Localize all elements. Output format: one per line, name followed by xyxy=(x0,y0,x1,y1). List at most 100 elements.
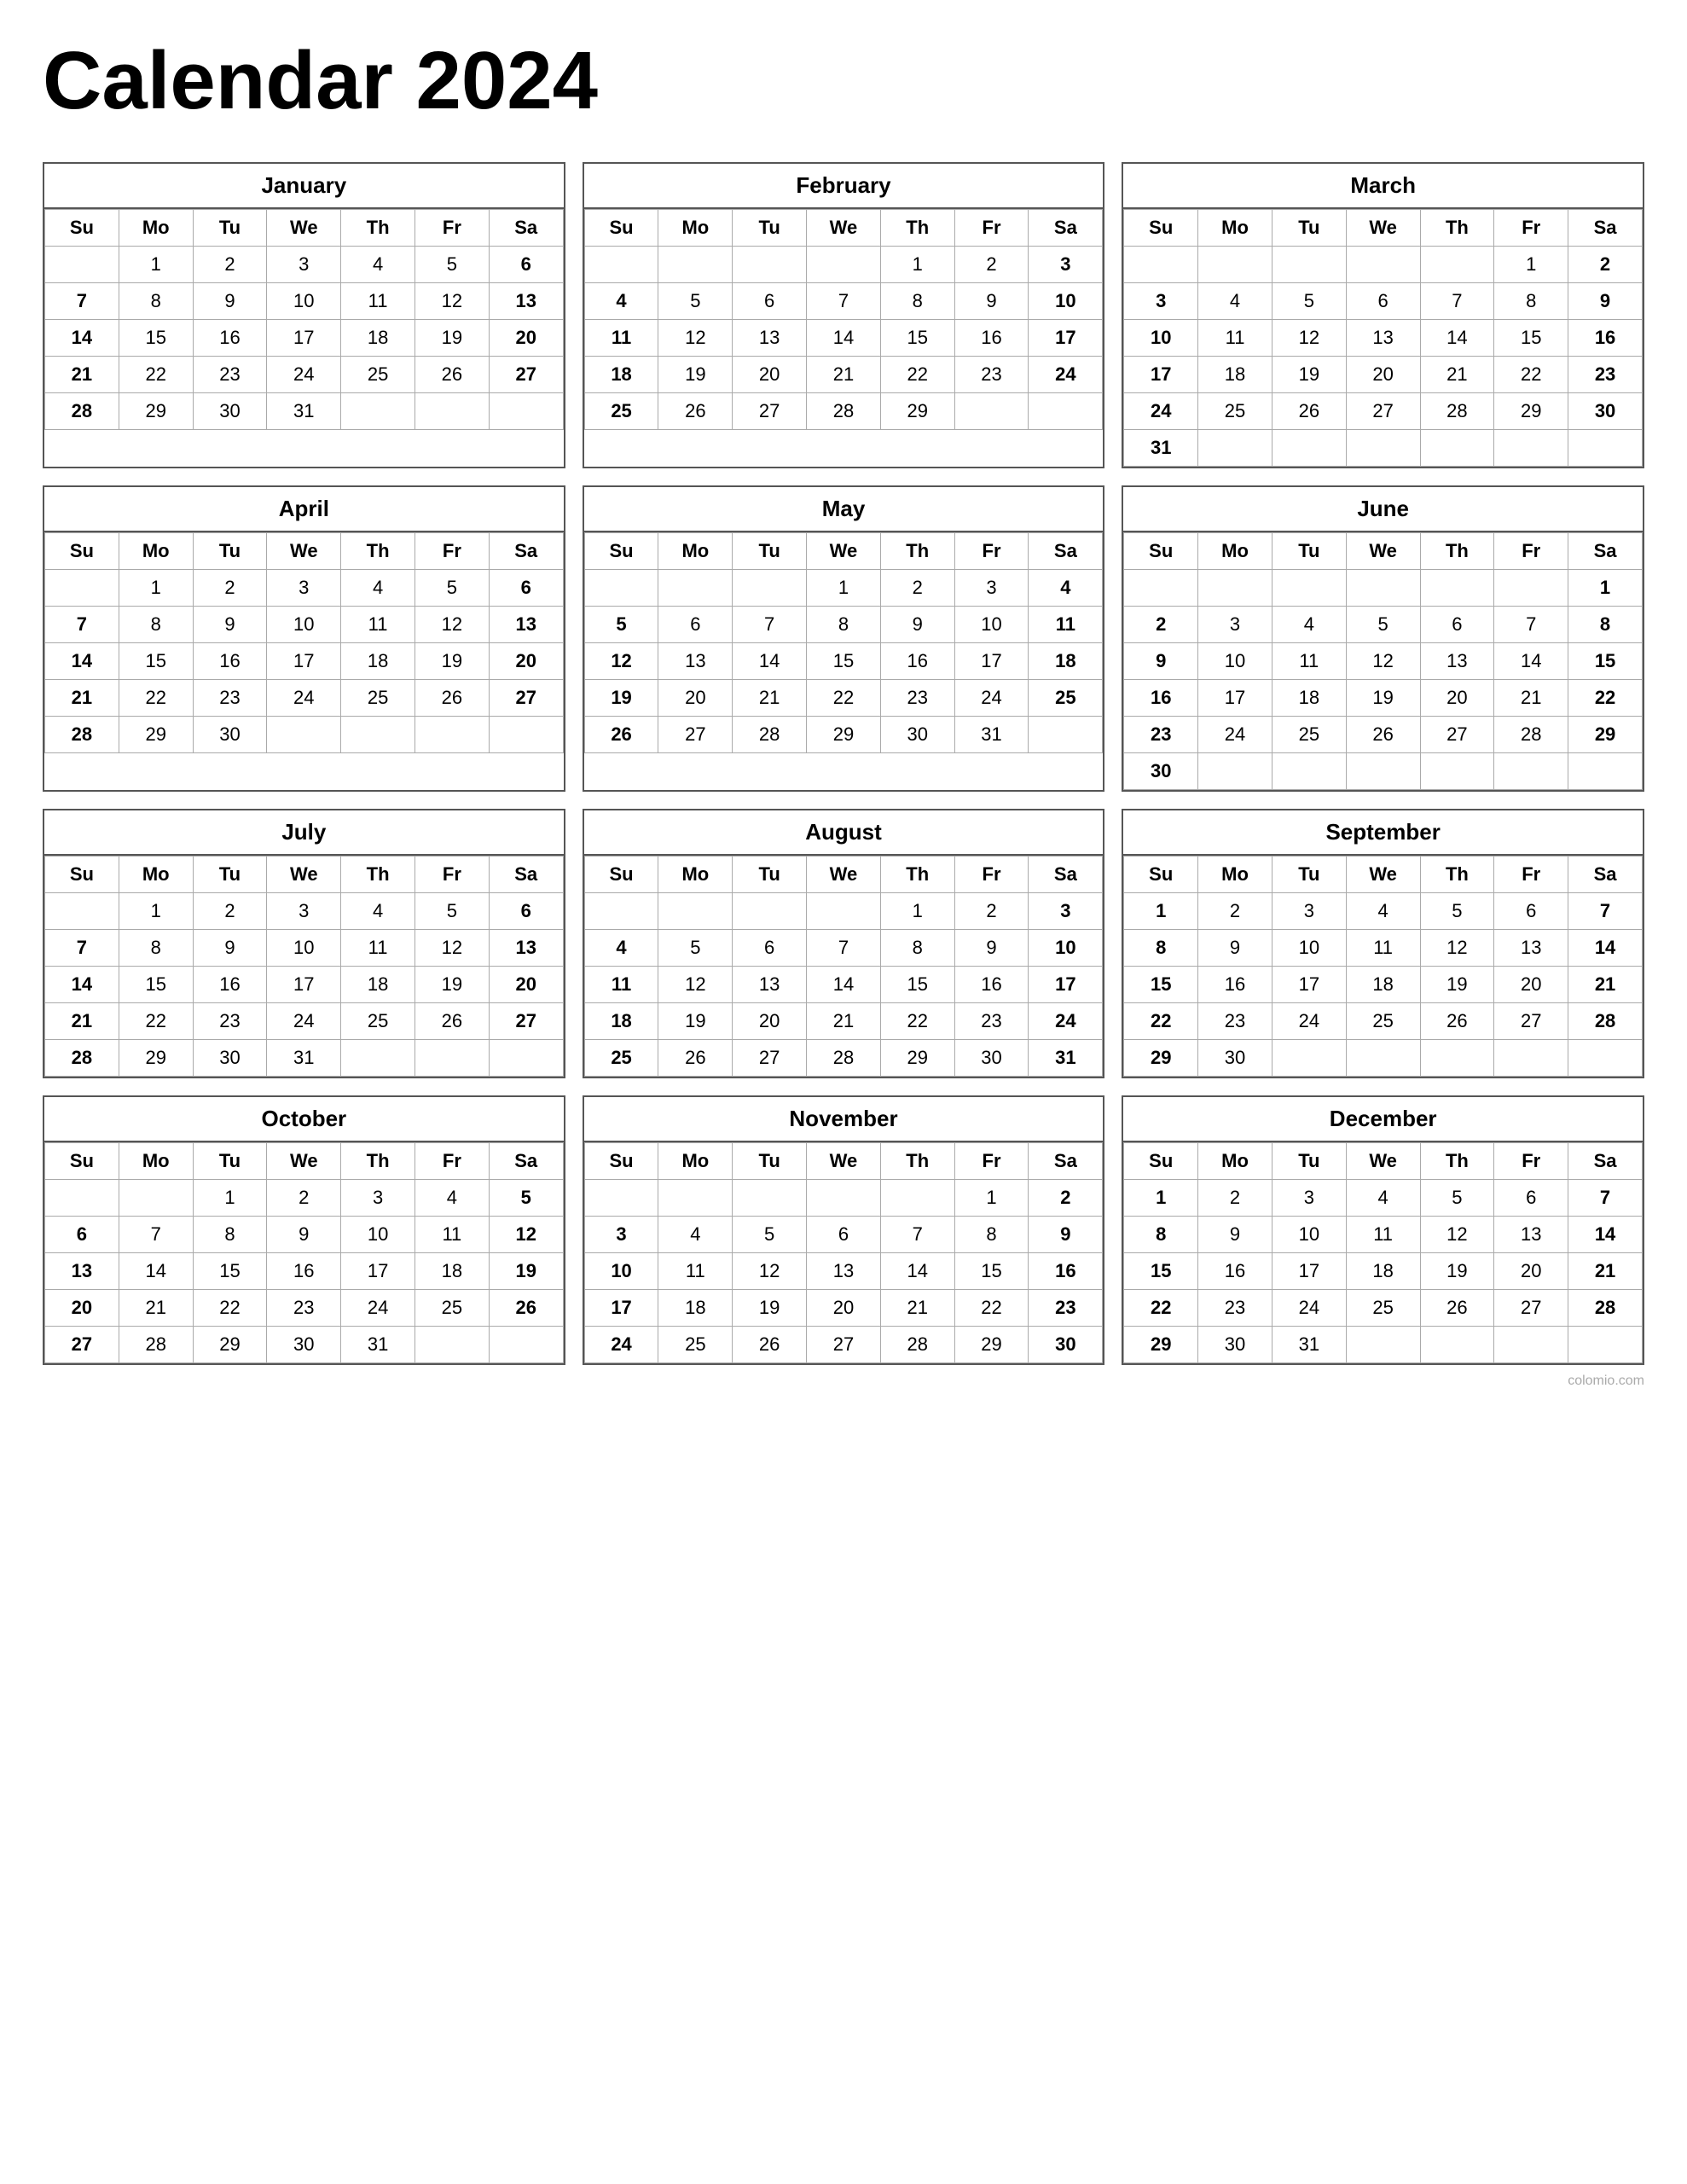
calendar-day: 25 xyxy=(658,1327,733,1363)
day-header-mo: Mo xyxy=(119,1143,193,1180)
day-header-mo: Mo xyxy=(1198,210,1272,247)
day-header-tu: Tu xyxy=(1272,533,1346,570)
calendar-day: 23 xyxy=(193,1003,267,1040)
calendar-day: 31 xyxy=(267,1040,341,1077)
calendar-day: 2 xyxy=(193,893,267,930)
calendar-day: 15 xyxy=(880,967,954,1003)
day-header-su: Su xyxy=(584,533,658,570)
calendar-day: 11 xyxy=(658,1253,733,1290)
calendar-day: 5 xyxy=(415,893,489,930)
calendar-day: 1 xyxy=(193,1180,267,1217)
calendar-day: 14 xyxy=(807,967,881,1003)
calendar-day: 18 xyxy=(341,643,415,680)
calendar-day: 19 xyxy=(1420,967,1494,1003)
calendar-day: 18 xyxy=(1346,967,1420,1003)
calendar-day: 1 xyxy=(807,570,881,607)
month-april: AprilSuMoTuWeThFrSa123456789101112131415… xyxy=(43,485,565,792)
calendar-day: 20 xyxy=(489,320,563,357)
calendar-day: 9 xyxy=(193,930,267,967)
calendar-day: 11 xyxy=(1029,607,1103,643)
day-header-we: We xyxy=(807,210,881,247)
calendar-day xyxy=(658,893,733,930)
calendar-day: 12 xyxy=(1272,320,1346,357)
calendar-day: 21 xyxy=(1420,357,1494,393)
calendar-day: 4 xyxy=(1272,607,1346,643)
calendar-day: 21 xyxy=(119,1290,193,1327)
calendar-day: 27 xyxy=(489,1003,563,1040)
day-header-su: Su xyxy=(1124,1143,1198,1180)
calendar-day: 24 xyxy=(267,357,341,393)
calendar-day: 14 xyxy=(1420,320,1494,357)
calendar-day xyxy=(733,1180,807,1217)
calendar-day: 28 xyxy=(807,393,881,430)
day-header-we: We xyxy=(807,857,881,893)
day-header-mo: Mo xyxy=(658,857,733,893)
calendar-day: 5 xyxy=(489,1180,563,1217)
calendar-day xyxy=(1272,430,1346,467)
calendar-day: 12 xyxy=(415,930,489,967)
calendar-day: 29 xyxy=(880,1040,954,1077)
day-header-mo: Mo xyxy=(658,533,733,570)
calendar-day xyxy=(1346,570,1420,607)
day-header-fr: Fr xyxy=(415,533,489,570)
day-header-we: We xyxy=(267,533,341,570)
calendar-day xyxy=(584,247,658,283)
calendar-day: 15 xyxy=(807,643,881,680)
calendar-day: 18 xyxy=(1346,1253,1420,1290)
calendar-day: 16 xyxy=(193,643,267,680)
calendar-day xyxy=(489,1327,563,1363)
calendar-day xyxy=(1198,753,1272,790)
calendar-day: 8 xyxy=(1124,1217,1198,1253)
calendar-day xyxy=(807,893,881,930)
calendar-day: 12 xyxy=(1420,1217,1494,1253)
calendar-day xyxy=(1198,570,1272,607)
calendar-day: 9 xyxy=(1124,643,1198,680)
calendar-day: 18 xyxy=(584,357,658,393)
calendar-day: 17 xyxy=(267,967,341,1003)
calendar-day: 15 xyxy=(119,320,193,357)
calendar-day: 19 xyxy=(415,967,489,1003)
calendar-day: 23 xyxy=(954,357,1029,393)
calendar-day xyxy=(415,393,489,430)
calendar-day: 15 xyxy=(193,1253,267,1290)
calendar-day: 11 xyxy=(1346,930,1420,967)
month-title-july: July xyxy=(44,810,564,856)
day-header-sa: Sa xyxy=(1029,533,1103,570)
calendar-day: 14 xyxy=(45,320,119,357)
calendar-day: 13 xyxy=(1494,930,1568,967)
day-header-mo: Mo xyxy=(658,1143,733,1180)
calendar-day: 28 xyxy=(1420,393,1494,430)
day-header-fr: Fr xyxy=(415,857,489,893)
calendar-day: 22 xyxy=(1124,1003,1198,1040)
calendar-day: 23 xyxy=(880,680,954,717)
calendar-day xyxy=(1029,717,1103,753)
calendar-day: 12 xyxy=(658,320,733,357)
calendar-day: 19 xyxy=(1420,1253,1494,1290)
calendar-day: 19 xyxy=(658,357,733,393)
calendar-day xyxy=(584,893,658,930)
day-header-mo: Mo xyxy=(1198,1143,1272,1180)
calendar-day: 31 xyxy=(954,717,1029,753)
calendar-day: 11 xyxy=(1346,1217,1420,1253)
calendar-day xyxy=(733,570,807,607)
calendar-day: 11 xyxy=(341,283,415,320)
calendar-day: 16 xyxy=(1029,1253,1103,1290)
calendar-day: 13 xyxy=(807,1253,881,1290)
calendar-day: 24 xyxy=(341,1290,415,1327)
calendar-day: 2 xyxy=(1198,1180,1272,1217)
month-title-february: February xyxy=(584,164,1104,209)
month-july: JulySuMoTuWeThFrSa1234567891011121314151… xyxy=(43,809,565,1078)
day-header-fr: Fr xyxy=(954,1143,1029,1180)
calendar-day: 21 xyxy=(880,1290,954,1327)
day-header-tu: Tu xyxy=(1272,210,1346,247)
calendar-day: 29 xyxy=(880,393,954,430)
calendar-day: 16 xyxy=(1568,320,1643,357)
calendar-day: 10 xyxy=(341,1217,415,1253)
calendar-day: 19 xyxy=(415,320,489,357)
calendar-day: 14 xyxy=(1568,930,1643,967)
calendar-day: 26 xyxy=(1272,393,1346,430)
calendar-day: 9 xyxy=(880,607,954,643)
calendar-day xyxy=(415,1040,489,1077)
calendar-day xyxy=(1346,247,1420,283)
calendar-day: 29 xyxy=(119,717,193,753)
